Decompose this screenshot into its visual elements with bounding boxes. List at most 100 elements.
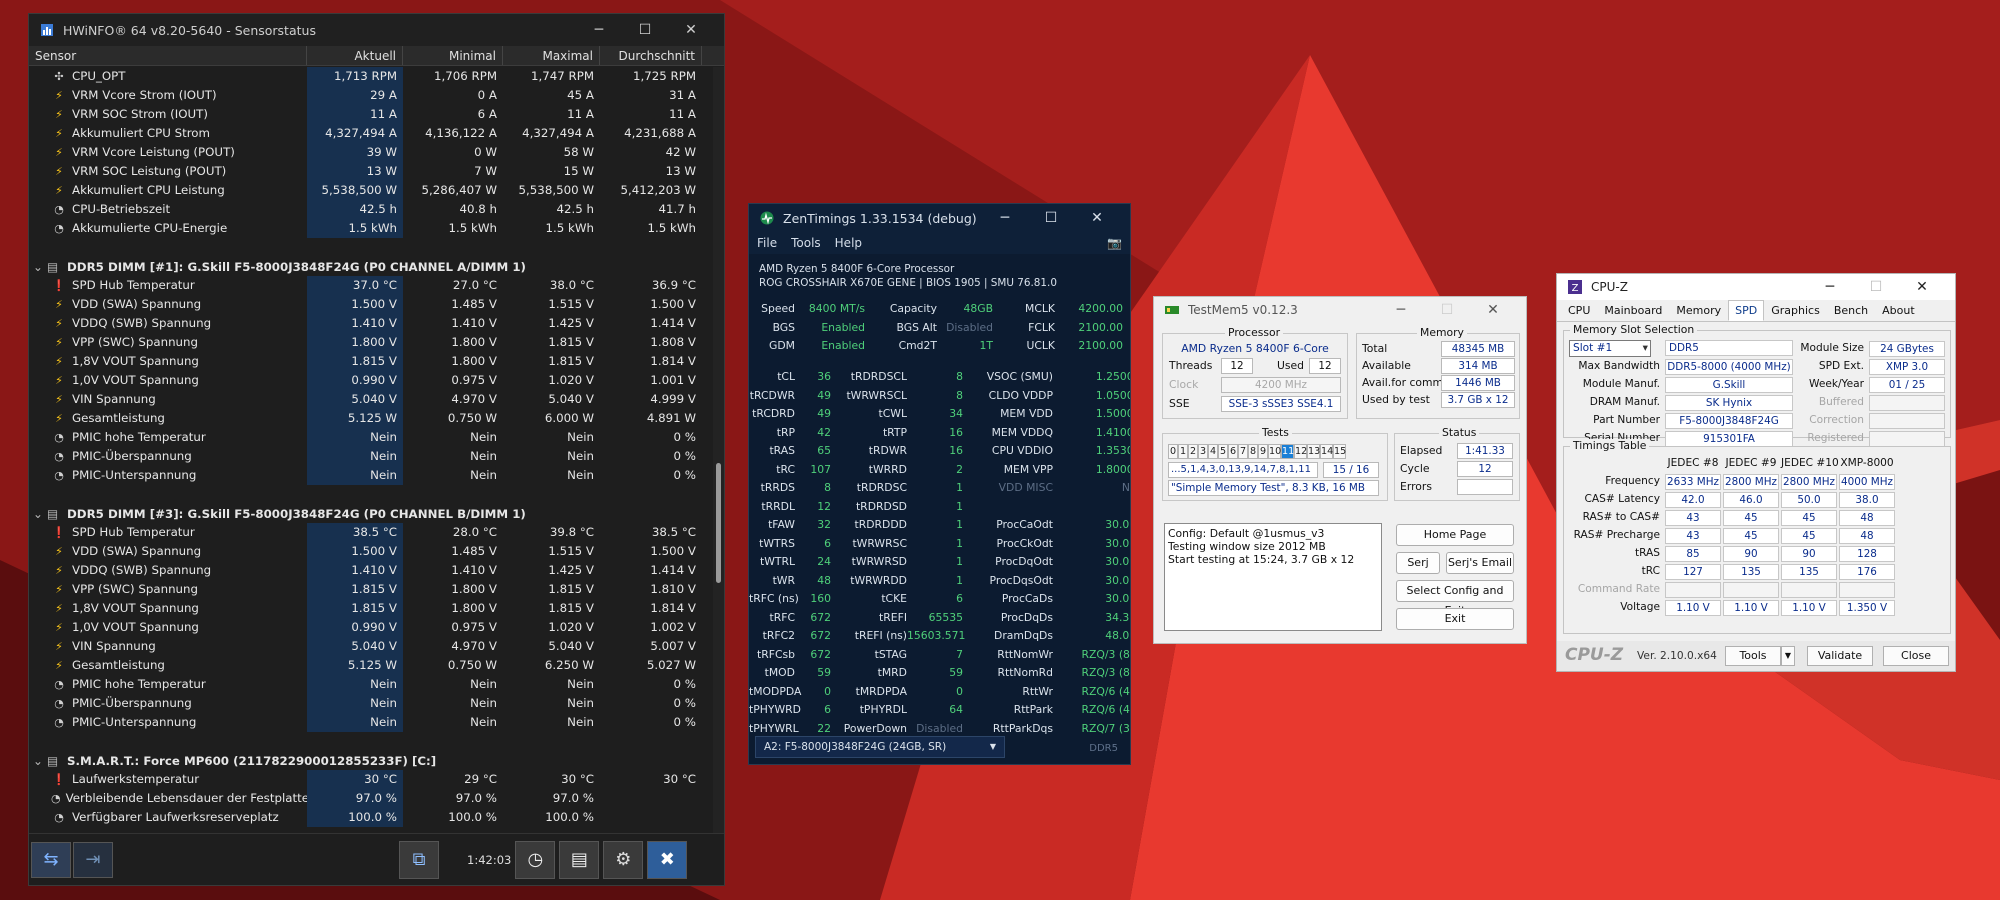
sensor-scrollbar[interactable] [713,67,724,835]
sensor-row[interactable]: ⚡ 1,8V VOUT Spannung 1.815 V 1.800 V 1.815 V… [29,599,711,618]
sensor-row[interactable]: ◔ PMIC-Überspannung Nein Nein Nein 0 % [29,447,711,466]
testmem5-window[interactable]: TestMem5 v0.12.3 ─ ☐ ✕ Processor AMD Ryzen… [1153,296,1527,644]
cpuz-titlebar[interactable]: Z CPU-Z ─ ☐ ✕ [1557,274,1955,300]
tools-dropdown-arrow[interactable]: ▼ [1781,646,1795,666]
home-page-button[interactable]: Home Page [1396,524,1514,546]
sensor-row[interactable]: ⚡ Akkumuliert CPU Strom 4,327,494 A 4,136,1… [29,124,711,143]
expand-arrows-button[interactable]: ⇆ [31,841,71,878]
sensor-row[interactable]: ⚡ VIN Spannung 5.040 V 4.970 V 5.040 V 4.999 … [29,390,711,409]
camera-icon[interactable]: 📷 [1107,236,1122,250]
close-icon[interactable]: ✕ [1074,210,1120,226]
zentimings-window[interactable]: ZenTimings 1.33.1534 (debug) ─ ☐ ✕ File To… [748,203,1131,765]
tab-spd[interactable]: SPD [1728,300,1765,321]
sensor-row[interactable]: ⚡ Gesamtleistung 5.125 W 0.750 W 6.000 W 4.89… [29,409,711,428]
sensor-row[interactable]: ◔ Verbleibende Lebensdauer der Festplatte… [29,789,711,808]
sensor-row[interactable]: ⚡ VDDQ (SWB) Spannung 1.410 V 1.410 V 1.425 … [29,314,711,333]
sensor-row[interactable]: ⚡ 1,8V VOUT Spannung 1.815 V 1.800 V 1.815 V… [29,352,711,371]
menu-tools[interactable]: Tools [791,236,821,250]
sensor-group-dimm1[interactable]: ⌄ ▤ DDR5 DIMM [#1]: G.Skill F5-8000J3848F2… [29,257,711,276]
tab-cpu[interactable]: CPU [1561,300,1597,321]
chevron-down-icon[interactable]: ⌄ [33,507,47,521]
close-button[interactable]: Close [1883,646,1949,666]
cpuz-window[interactable]: Z CPU-Z ─ ☐ ✕ CPU Mainboard Memory SPD Graphic… [1556,273,1956,672]
scrollbar-thumb[interactable] [716,463,721,583]
sensor-row[interactable]: ⚡ Akkumuliert CPU Leistung 5,538,500 W 5,28… [29,181,711,200]
sensor-row[interactable]: ⚡ 1,0V VOUT Spannung 0.990 V 0.975 V 1.020 V… [29,371,711,390]
col-current[interactable]: Aktuell [307,46,403,65]
report-button[interactable]: ▤ [559,840,600,879]
serj-email-button[interactable]: Serj's Email [1446,552,1514,574]
tab-bench[interactable]: Bench [1827,300,1875,321]
validate-button[interactable]: Validate [1807,646,1873,666]
minimize-icon[interactable]: ─ [1807,279,1853,295]
maximize-icon[interactable]: ☐ [1028,210,1074,226]
slot-select[interactable]: Slot #1 ▾ [1569,340,1651,357]
minimize-icon[interactable]: ─ [1378,302,1424,318]
sensor-row[interactable]: ⚡ VRM SOC Strom (IOUT) 11 A 6 A 11 A 11 A [29,105,711,124]
sensor-row[interactable]: ◔ PMIC hohe Temperatur Nein Nein Nein 0 % [29,428,711,447]
sensor-row[interactable]: ⚡ VRM SOC Leistung (POUT) 13 W 7 W 15 W 13 W [29,162,711,181]
chevron-down-icon[interactable]: ⌄ [33,754,47,768]
sensor-row[interactable]: ⚡ VRM Vcore Leistung (POUT) 39 W 0 W 58 W 42 … [29,143,711,162]
sensor-row[interactable]: ❗ Laufwerkstemperatur 30 °C 29 °C 30 °C 30 °C [29,770,711,789]
menu-help[interactable]: Help [835,236,862,250]
sensor-name: Akkumuliert CPU Leistung [72,183,225,197]
sensor-row[interactable]: ❗ SPD Hub Temperatur 37.0 °C 27.0 °C 38.0 °C… [29,276,711,295]
maximize-icon[interactable]: ☐ [1853,279,1899,295]
sensor-row[interactable]: ◔ Akkumulierte CPU-Energie 1.5 kWh 1.5 kWh 1… [29,219,711,238]
testmem5-titlebar[interactable]: TestMem5 v0.12.3 ─ ☐ ✕ [1154,297,1526,323]
col-sensor[interactable]: Sensor [29,46,307,65]
sensor-row[interactable]: ◔ CPU-Betriebszeit 42.5 h 40.8 h 42.5 h 41.7 … [29,200,711,219]
tab-about[interactable]: About [1875,300,1922,321]
sensor-row[interactable]: ⚡ VIN Spannung 5.040 V 4.970 V 5.040 V 5.007 … [29,637,711,656]
test-log[interactable]: Config: Default @1usmus_v3 Testing windo… [1164,523,1382,631]
sensor-row[interactable]: ⚡ VRM Vcore Strom (IOUT) 29 A 0 A 45 A 31 A [29,86,711,105]
sensor-list[interactable]: ✣ CPU_OPT 1,713 RPM 1,706 RPM 1,747 RPM 1,725… [29,67,711,835]
clock-button[interactable]: ◷ [515,840,556,879]
minimize-icon[interactable]: ─ [576,22,622,38]
sensor-row[interactable]: ◔ PMIC-Unterspannung Nein Nein Nein 0 % [29,466,711,485]
module-select[interactable]: A2: F5-8000J3848F24G (24GB, SR) ▼ [755,736,1005,758]
exit-button[interactable]: Exit [1396,608,1514,630]
close-icon[interactable]: ✕ [668,22,714,38]
settings-button[interactable]: ⚙ [603,840,644,879]
zentimings-titlebar[interactable]: ZenTimings 1.33.1534 (debug) ─ ☐ ✕ [749,204,1130,232]
sensor-row[interactable]: ◔ PMIC-Unterspannung Nein Nein Nein 0 % [29,713,711,732]
chevron-down-icon[interactable]: ⌄ [33,260,47,274]
sensor-row[interactable]: ⚡ VDD (SWA) Spannung 1.500 V 1.485 V 1.515 V… [29,542,711,561]
sensor-row[interactable]: ⚡ VDD (SWA) Spannung 1.500 V 1.485 V 1.515 V… [29,295,711,314]
sensor-row[interactable]: ❗ SPD Hub Temperatur 38.5 °C 28.0 °C 39.8 °C… [29,523,711,542]
maximize-icon[interactable]: ☐ [622,22,668,38]
tools-button[interactable]: Tools [1725,646,1781,666]
close-icon[interactable]: ✕ [1470,302,1516,318]
col-average[interactable]: Durchschnitt [600,46,702,65]
sensor-row[interactable]: ⚡ VPP (SWC) Spannung 1.815 V 1.800 V 1.815 V… [29,580,711,599]
col-maximum[interactable]: Maximal [503,46,600,65]
col-minimum[interactable]: Minimal [403,46,503,65]
sensor-row[interactable]: ✣ CPU_OPT 1,713 RPM 1,706 RPM 1,747 RPM 1,725… [29,67,711,86]
close-icon[interactable]: ✕ [1899,279,1945,295]
sensor-row[interactable]: ⚡ VDDQ (SWB) Spannung 1.410 V 1.410 V 1.425 … [29,561,711,580]
maximize-icon[interactable]: ☐ [1424,302,1470,318]
sensor-row[interactable]: ◔ PMIC-Überspannung Nein Nein Nein 0 % [29,694,711,713]
sensor-group-smart[interactable]: ⌄ ▤ S.M.A.R.T.: Force MP600 (2117822900012… [29,751,711,770]
hwinfo-titlebar[interactable]: HWiNFO® 64 v8.20-5640 - Sensorstatus ─ ☐ ✕ [29,14,724,46]
exit-button[interactable]: ✖ [647,840,688,879]
sensor-row[interactable]: ⚡ VPP (SWC) Spannung 1.800 V 1.800 V 1.815 V… [29,333,711,352]
select-config-button[interactable]: Select Config and Exit [1396,580,1514,617]
tab-memory[interactable]: Memory [1669,300,1728,321]
sensor-group-dimm3[interactable]: ⌄ ▤ DDR5 DIMM [#3]: G.Skill F5-8000J3848F2… [29,504,711,523]
value-maximum: 42.5 h [556,202,595,216]
sensor-row[interactable]: ◔ Verfügbarer Laufwerksreserveplatz 100.0 … [29,808,711,827]
serj-button[interactable]: Serj [1396,552,1440,574]
network-button[interactable]: ⧉ [399,840,439,879]
sensor-row[interactable]: ⚡ Gesamtleistung 5.125 W 0.750 W 6.250 W 5.02… [29,656,711,675]
tab-graphics[interactable]: Graphics [1764,300,1827,321]
hwinfo-window[interactable]: HWiNFO® 64 v8.20-5640 - Sensorstatus ─ ☐ ✕… [28,13,725,886]
tab-mainboard[interactable]: Mainboard [1597,300,1669,321]
sensor-row[interactable]: ⚡ 1,0V VOUT Spannung 0.990 V 0.975 V 1.020 V… [29,618,711,637]
sensor-row[interactable]: ◔ PMIC hohe Temperatur Nein Nein Nein 0 % [29,675,711,694]
menu-file[interactable]: File [757,236,777,250]
minimize-icon[interactable]: ─ [982,210,1028,226]
collapse-arrows-button[interactable]: ⇥ [73,841,113,878]
